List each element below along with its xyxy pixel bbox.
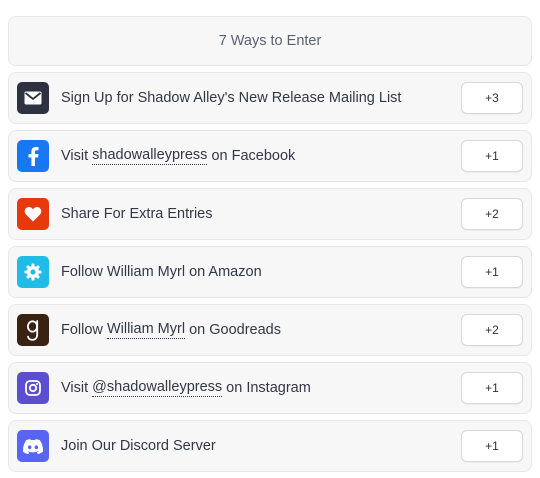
entry-amazon[interactable]: Follow William Myrl on Amazon +1 [8, 246, 532, 298]
entry-share[interactable]: Share For Extra Entries +2 [8, 188, 532, 240]
entry-label: Follow William Myrl on Amazon [61, 264, 262, 280]
entry-label: Visit ​@shadowalleypress on Instagram [61, 379, 311, 397]
points-button[interactable]: +2 [461, 198, 523, 230]
entry-facebook[interactable]: Visit ​shadowalleypress on Facebook +1 [8, 130, 532, 182]
gear-icon [17, 256, 49, 288]
goodreads-author-link[interactable]: William Myrl [106, 321, 186, 339]
entry-instagram[interactable]: Visit ​@shadowalleypress on Instagram +1 [8, 362, 532, 414]
facebook-icon [17, 140, 49, 172]
points-button[interactable]: +1 [461, 140, 523, 172]
points-button[interactable]: +1 [461, 372, 523, 404]
entry-label: Follow ​William Myrl on Goodreads [61, 321, 281, 339]
entry-label: Share For Extra Entries [61, 206, 213, 222]
entry-methods-header: 7 Ways to Enter [8, 16, 532, 66]
points-button[interactable]: +3 [461, 82, 523, 114]
entry-goodreads[interactable]: Follow ​William Myrl on Goodreads +2 [8, 304, 532, 356]
entry-label: Visit ​shadowalleypress on Facebook [61, 147, 296, 165]
points-button[interactable]: +1 [461, 256, 523, 288]
instagram-profile-link[interactable]: @shadowalleypress [92, 379, 223, 397]
entry-discord[interactable]: Join Our Discord Server +1 [8, 420, 532, 472]
heart-icon [17, 198, 49, 230]
entry-label: Sign Up for Shadow Alley's New Release M… [61, 90, 402, 106]
entry-label: Join Our Discord Server [61, 438, 216, 454]
facebook-profile-link[interactable]: shadowalleypress [92, 147, 208, 165]
instagram-icon [17, 372, 49, 404]
points-button[interactable]: +1 [461, 430, 523, 462]
header-title: 7 Ways to Enter [218, 33, 322, 49]
entry-mailing-list[interactable]: Sign Up for Shadow Alley's New Release M… [8, 72, 532, 124]
points-button[interactable]: +2 [461, 314, 523, 346]
email-icon [17, 82, 49, 114]
goodreads-icon [17, 314, 49, 346]
discord-icon [17, 430, 49, 462]
